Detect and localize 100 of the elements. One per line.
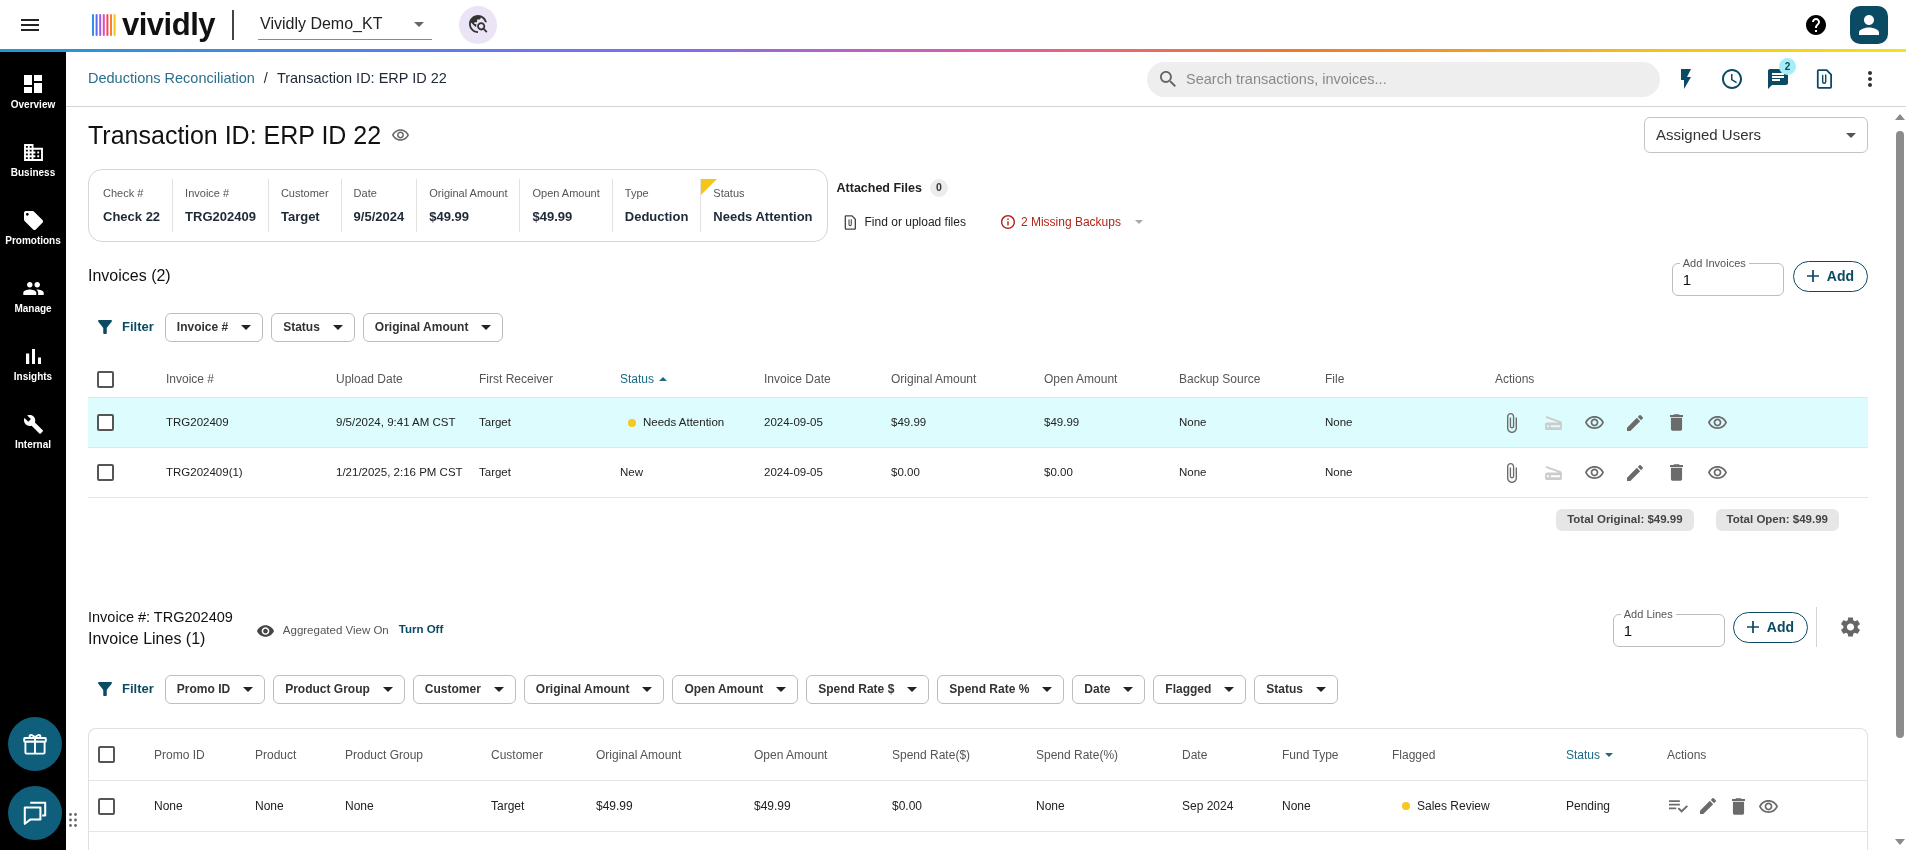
globe-search-button[interactable]	[459, 5, 497, 44]
paperclip-icon[interactable]	[1507, 412, 1517, 433]
filter-dropdown[interactable]: Original Amount	[523, 674, 665, 704]
plus-icon	[1746, 621, 1759, 633]
add-lines-field[interactable]: Add Lines 1	[1612, 607, 1725, 647]
column-header[interactable]: Actions	[1495, 370, 1535, 388]
list-check-icon[interactable]	[1668, 799, 1688, 813]
filter-dropdown[interactable]: Date	[1072, 674, 1146, 704]
filter-dropdown[interactable]: Promo ID	[164, 674, 266, 704]
checkbox[interactable]	[98, 746, 115, 763]
column-header[interactable]: Flagged	[1392, 745, 1436, 764]
workspace-dropdown[interactable]: Vividly Demo_KT	[258, 9, 432, 40]
column-header[interactable]: Customer	[491, 745, 543, 764]
column-header[interactable]: Backup Source	[1179, 370, 1261, 388]
filter-dropdown[interactable]: Status	[1254, 674, 1339, 704]
scrollbar-thumb[interactable]	[1896, 131, 1904, 738]
checkbox[interactable]	[97, 414, 114, 431]
checkbox[interactable]	[97, 464, 114, 481]
filter-dropdown[interactable]: Spend Rate $	[806, 674, 930, 704]
gift-button[interactable]	[8, 717, 62, 771]
filter-button[interactable]: Filter	[98, 679, 154, 699]
column-header[interactable]: Status	[1566, 745, 1614, 764]
menu-button[interactable]	[21, 18, 39, 31]
lightning-icon[interactable]	[1681, 69, 1691, 89]
pencil-icon[interactable]	[1627, 414, 1643, 431]
filter-dropdown[interactable]: Spend Rate %	[937, 674, 1065, 704]
missing-backups-dropdown[interactable]: 2 Missing Backups	[1000, 213, 1143, 231]
column-header[interactable]: Open Amount	[754, 745, 828, 764]
add-invoices-field[interactable]: Add Invoices 1	[1671, 256, 1784, 296]
pencil-icon[interactable]	[1627, 464, 1643, 481]
document-clip-icon[interactable]	[1816, 69, 1832, 89]
number-input[interactable]: 1	[1623, 621, 1714, 641]
filter-dropdown[interactable]: Customer	[412, 674, 516, 704]
checkbox[interactable]	[98, 797, 115, 815]
sidebar-item[interactable]: Manage	[2, 278, 64, 346]
sidebar-item[interactable]: Insights	[2, 346, 64, 414]
filter-dropdown[interactable]: Status	[271, 312, 355, 342]
eye-icon[interactable]	[1584, 416, 1604, 429]
column-header[interactable]: Fund Type	[1282, 745, 1339, 764]
more-icon[interactable]	[1868, 71, 1872, 87]
column-header[interactable]: Invoice Date	[764, 370, 831, 388]
column-header[interactable]: Date	[1182, 745, 1208, 764]
scroll-down-icon[interactable]	[1895, 839, 1905, 845]
column-header[interactable]: Original Amount	[596, 745, 682, 764]
number-input[interactable]: 1	[1682, 270, 1773, 290]
eye-icon[interactable]	[392, 129, 410, 141]
chat-button[interactable]	[8, 786, 62, 840]
column-header[interactable]: Promo ID	[154, 745, 205, 764]
scroll-up-icon[interactable]	[1895, 114, 1905, 120]
help-icon[interactable]	[1806, 14, 1826, 35]
field-label: Date	[353, 186, 378, 200]
eye-icon[interactable]	[1758, 799, 1778, 813]
add-button[interactable]: Add	[1732, 611, 1808, 643]
add-button[interactable]: Add	[1792, 260, 1868, 292]
drag-handle-icon[interactable]	[69, 813, 77, 827]
column-header[interactable]: Spend Rate($)	[892, 745, 971, 764]
column-header[interactable]: File	[1325, 370, 1345, 388]
trash-icon[interactable]	[1669, 464, 1683, 481]
eye-icon[interactable]	[1707, 466, 1727, 479]
breadcrumb-link[interactable]: Deductions Reconciliation	[88, 68, 255, 90]
table-cell-text: $49.99	[891, 414, 927, 430]
paperclip-icon[interactable]	[1507, 462, 1517, 483]
column-header[interactable]: Status	[620, 370, 668, 388]
sidebar-item[interactable]: Internal	[2, 414, 64, 482]
settings-icon[interactable]	[1841, 617, 1860, 637]
upload-files-button[interactable]: Find or upload files	[843, 213, 966, 231]
turn-off-link[interactable]: Turn Off	[398, 620, 444, 638]
assigned-users-dropdown[interactable]: Assigned Users	[1644, 117, 1868, 153]
column-header[interactable]: First Receiver	[479, 370, 553, 388]
filter-dropdown[interactable]: Flagged	[1153, 674, 1247, 704]
column-header[interactable]: Original Amount	[891, 370, 977, 388]
filter-dropdown[interactable]: Invoice #	[164, 312, 264, 342]
filter-button[interactable]: Filter	[98, 317, 154, 337]
filter-dropdown[interactable]: Open Amount	[672, 674, 799, 704]
eye-icon[interactable]	[1707, 416, 1727, 429]
trash-icon[interactable]	[1731, 797, 1745, 815]
filter-dropdown[interactable]: Original Amount	[362, 312, 504, 342]
eye-icon[interactable]	[1584, 466, 1604, 479]
caret-icon	[414, 21, 424, 27]
search-field[interactable]: Search transactions, invoices...	[1147, 61, 1660, 97]
table-cell-text: TRG202409	[166, 414, 229, 430]
caret-icon	[382, 686, 393, 692]
table-row[interactable]: TRG202409 9/5/2024, 9:41 AM CST Target Needs Attention 2024-09-05 $49.99 $49.99 None None	[88, 398, 1868, 448]
column-header[interactable]: Invoice #	[166, 370, 215, 388]
clock-icon[interactable]	[1722, 69, 1742, 89]
table-cell-text: $0.00	[1044, 464, 1073, 480]
checkbox[interactable]	[97, 370, 114, 388]
avatar-button[interactable]	[1850, 5, 1888, 44]
column-header[interactable]: Product	[255, 745, 297, 764]
column-header[interactable]: Open Amount	[1044, 370, 1118, 388]
column-header[interactable]: Upload Date	[336, 370, 403, 388]
sidebar-item[interactable]: Overview	[2, 74, 64, 142]
filter-dropdown[interactable]: Product Group	[273, 674, 405, 704]
column-header[interactable]: Product Group	[345, 745, 424, 764]
column-header[interactable]: Spend Rate(%)	[1036, 745, 1119, 764]
trash-icon[interactable]	[1669, 414, 1683, 431]
sidebar-item[interactable]: Business	[2, 142, 64, 210]
pencil-icon[interactable]	[1700, 798, 1716, 814]
column-header[interactable]: Actions	[1667, 745, 1707, 764]
sidebar-item[interactable]: Promotions	[2, 210, 64, 278]
